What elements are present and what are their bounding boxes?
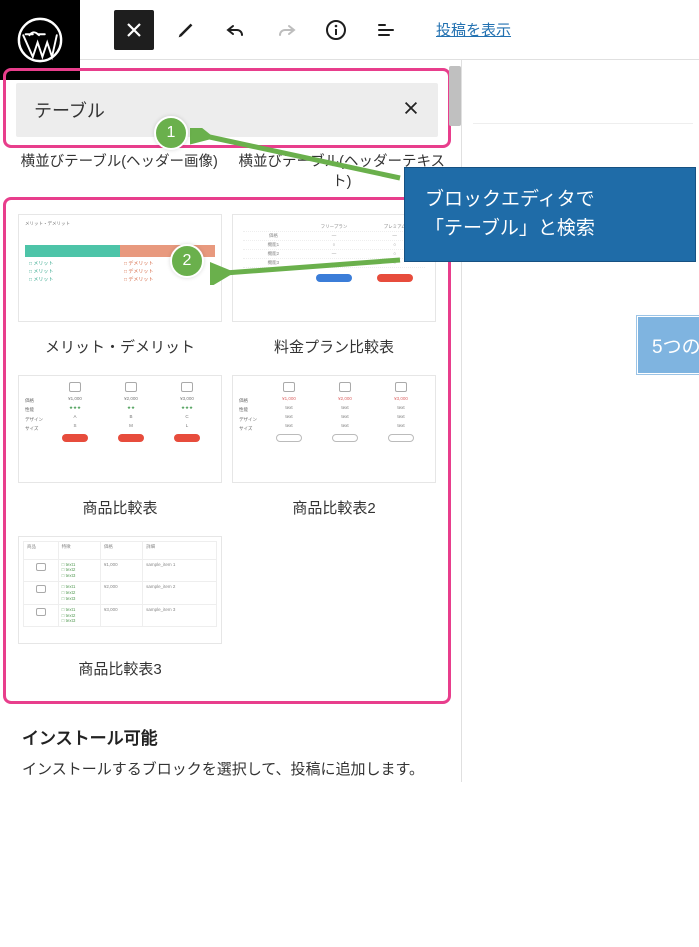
undo-button[interactable] <box>218 12 254 48</box>
view-post-link[interactable]: 投稿を表示 <box>436 19 511 40</box>
pattern-product-compare-2[interactable]: 価格性能デザインサイズ ¥1,000texttexttext ¥2,000tex… <box>232 375 436 524</box>
info-button[interactable] <box>318 12 354 48</box>
pattern-product-compare-3[interactable]: 商品特徴価格詳細 □ text1□ text2□ text3¥1,000samp… <box>18 536 222 685</box>
close-icon <box>124 20 144 40</box>
outline-button[interactable] <box>368 12 404 48</box>
editor-toolbar: 投稿を表示 <box>0 0 699 60</box>
pattern-thumb: 価格性能デザインサイズ ¥1,000★★★AS ¥2,000★★BM ¥3,00… <box>18 375 222 483</box>
pattern-label: 商品比較表2 <box>292 497 375 518</box>
close-inserter-button[interactable] <box>114 10 154 50</box>
pattern-thumb: 商品特徴価格詳細 □ text1□ text2□ text3¥1,000samp… <box>18 536 222 644</box>
annotation-marker-2: 2 <box>170 244 204 278</box>
installable-description: インストールするブロックを選択して、投稿に追加します。 <box>22 757 439 783</box>
annotation-arrow-2 <box>210 255 410 285</box>
annotation-arrow-1 <box>190 128 410 188</box>
annotation-callout: ブロックエディタで 「テーブル」と検索 <box>404 167 696 262</box>
scrollbar-thumb[interactable] <box>449 66 461 126</box>
edit-button[interactable] <box>168 12 204 48</box>
pattern-product-compare[interactable]: 価格性能デザインサイズ ¥1,000★★★AS ¥2,000★★BM ¥3,00… <box>18 375 222 524</box>
undo-icon <box>224 18 248 42</box>
pattern-label: 料金プラン比較表 <box>274 336 394 357</box>
installable-heading: インストール可能 <box>22 724 439 749</box>
clear-search-button[interactable] <box>402 97 420 123</box>
redo-button[interactable] <box>268 12 304 48</box>
pencil-icon <box>175 19 197 41</box>
info-icon <box>324 18 348 42</box>
pattern-label: メリット・デメリット <box>45 336 195 357</box>
redo-icon <box>274 18 298 42</box>
pattern-thumb: 価格性能デザインサイズ ¥1,000texttexttext ¥2,000tex… <box>232 375 436 483</box>
callout-line-1: ブロックエディタで <box>425 186 675 215</box>
x-icon <box>402 99 420 117</box>
pattern-label: 商品比較表3 <box>78 658 161 679</box>
block-search-input[interactable] <box>34 100 134 121</box>
pattern-merit-demerit[interactable]: メリット・デメリット メリットメリットメリット デメリットデメリットデメリット … <box>18 214 222 363</box>
editor-canvas-edge <box>473 94 693 124</box>
partial-button: 5つの <box>637 316 699 374</box>
pattern-label: 商品比較表 <box>82 497 157 518</box>
installable-section: インストール可能 インストールするブロックを選択して、投稿に追加します。 <box>0 714 461 783</box>
callout-line-2: 「テーブル」と検索 <box>425 215 675 244</box>
annotation-marker-1: 1 <box>154 116 188 150</box>
list-icon <box>374 18 398 42</box>
wordpress-icon <box>16 16 64 64</box>
